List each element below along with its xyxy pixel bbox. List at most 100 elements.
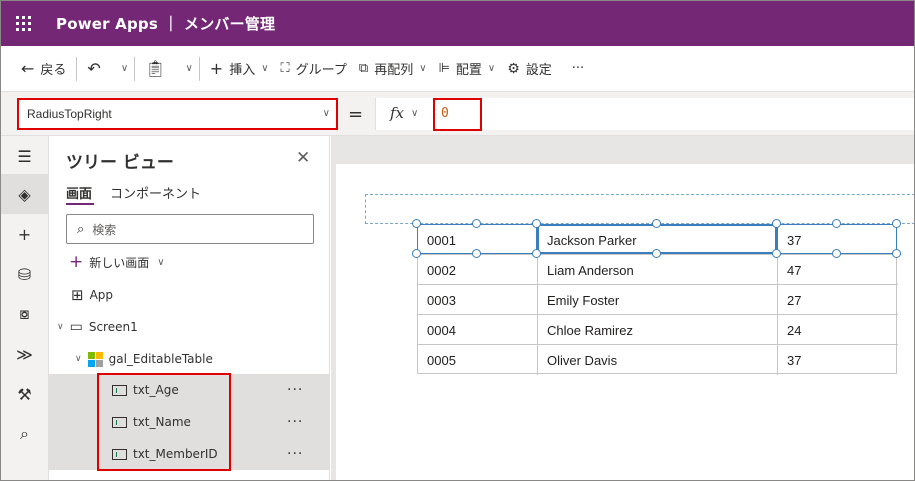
member-id-cell[interactable]: 0003 xyxy=(418,285,538,315)
power-automate-icon[interactable]: ≫ xyxy=(1,334,48,374)
group-label: グループ xyxy=(295,63,347,78)
hamburger-menu-icon[interactable]: ☰ xyxy=(1,136,48,176)
more-options-icon[interactable]: ··· xyxy=(287,382,303,398)
more-options-icon[interactable]: ··· xyxy=(287,446,303,462)
more-commands-button[interactable]: ··· xyxy=(566,53,590,85)
gear-icon: ⚙ xyxy=(507,60,520,77)
undo-button[interactable]: ↶ xyxy=(81,53,112,85)
chevron-down-icon: ∨ xyxy=(261,63,269,74)
tree-node-gallery[interactable]: ∨ gal_EditableTable xyxy=(49,343,330,375)
member-id-cell[interactable]: 0005 xyxy=(418,345,538,375)
resize-handle[interactable] xyxy=(772,219,781,228)
undo-dropdown[interactable]: ∨ xyxy=(113,53,130,85)
chevron-down-icon: ∨ xyxy=(185,63,193,74)
resize-handle[interactable] xyxy=(892,219,901,228)
tree-node-app[interactable]: ⊞ App xyxy=(49,279,330,311)
tree-node-label: App xyxy=(89,288,114,302)
age-cell[interactable]: 27 xyxy=(778,285,898,315)
reorder-button[interactable]: ⧉ 再配列 ∨ xyxy=(353,53,433,85)
name-cell[interactable]: Emily Foster xyxy=(538,285,778,315)
table-row[interactable]: 0002 Liam Anderson 47 xyxy=(418,255,898,285)
resize-handle[interactable] xyxy=(772,249,781,258)
media-icon[interactable]: ⧇ xyxy=(1,294,48,334)
align-button[interactable]: ⊫ 配置 ∨ xyxy=(433,53,502,85)
back-button[interactable]: ← 戻る xyxy=(15,53,72,85)
name-cell[interactable]: Liam Anderson xyxy=(538,255,778,285)
property-value: RadiusTopRight xyxy=(27,107,112,121)
divider xyxy=(76,56,78,81)
chevron-down-icon[interactable]: ∨ xyxy=(75,354,82,364)
tree-node-label: Screen1 xyxy=(88,320,138,334)
fx-icon[interactable]: fx xyxy=(390,104,404,122)
tree-node-screen1[interactable]: ∨ ▭ Screen1 xyxy=(49,311,330,343)
app-title: Power Apps ｜ メンバー管理 xyxy=(56,15,276,33)
align-left-icon: ⊫ xyxy=(438,61,450,76)
more-icon: ··· xyxy=(571,61,585,76)
chevron-down-icon: ∨ xyxy=(322,108,330,119)
name-cell[interactable]: Chloe Ramirez xyxy=(538,315,778,345)
highlight-box xyxy=(97,373,231,471)
member-id-cell[interactable]: 0002 xyxy=(418,255,538,285)
reorder-icon: ⧉ xyxy=(358,61,369,76)
plus-icon: + xyxy=(209,59,224,78)
resize-handle[interactable] xyxy=(472,249,481,258)
table-row[interactable]: 0004 Chloe Ramirez 24 xyxy=(418,315,898,345)
app-launcher-icon[interactable] xyxy=(1,1,46,46)
insert-plus-icon[interactable]: + xyxy=(1,214,48,254)
insert-button[interactable]: + 挿入 ∨ xyxy=(204,53,275,85)
tools-icon[interactable]: ⚒ xyxy=(1,374,48,414)
resize-handle[interactable] xyxy=(652,249,661,258)
tab-components[interactable]: コンポーネント xyxy=(110,183,201,202)
divider xyxy=(198,56,200,81)
chevron-down-icon[interactable]: ∨ xyxy=(57,322,64,332)
back-label: 戻る xyxy=(40,63,67,78)
group-button[interactable]: ⛶ グループ xyxy=(275,53,353,85)
search-input[interactable]: ⌕ 検索 xyxy=(66,214,314,244)
group-icon: ⛶ xyxy=(280,61,290,76)
settings-button[interactable]: ⚙ 設定 xyxy=(501,53,558,85)
resize-handle[interactable] xyxy=(832,219,841,228)
paste-dropdown[interactable]: ∨ xyxy=(177,53,194,85)
resize-handle[interactable] xyxy=(832,249,841,258)
resize-handle[interactable] xyxy=(532,219,541,228)
member-id-cell[interactable]: 0004 xyxy=(418,315,538,345)
insert-label: 挿入 xyxy=(229,63,256,78)
table-row[interactable]: 0005 Oliver Davis 37 xyxy=(418,345,898,375)
close-icon[interactable]: ✕ xyxy=(296,148,310,168)
search-icon[interactable]: ⌕ xyxy=(1,414,48,454)
name-cell[interactable]: Oliver Davis xyxy=(538,345,778,375)
age-cell[interactable]: 47 xyxy=(778,255,898,285)
paste-button[interactable]: 📋︎ xyxy=(139,53,177,85)
age-cell[interactable]: 24 xyxy=(778,315,898,345)
app-window: Power Apps ｜ メンバー管理 ← 戻る ↶ ∨ 📋︎ ∨ + 挿入 ∨… xyxy=(0,0,915,481)
resize-handle[interactable] xyxy=(472,219,481,228)
undo-icon: ↶ xyxy=(87,59,101,78)
age-cell[interactable]: 37 xyxy=(778,345,898,375)
new-screen-button[interactable]: + 新しい画面 ∨ xyxy=(69,252,165,272)
align-label: 配置 xyxy=(455,63,482,78)
resize-handle[interactable] xyxy=(412,219,421,228)
resize-handle[interactable] xyxy=(652,219,661,228)
property-dropdown[interactable]: RadiusTopRight ∨ xyxy=(17,98,338,130)
resize-handle[interactable] xyxy=(412,249,421,258)
more-options-icon[interactable]: ··· xyxy=(287,414,303,430)
database-icon[interactable]: ⛁ xyxy=(1,254,48,294)
title-bar: Power Apps ｜ メンバー管理 xyxy=(1,1,914,46)
divider xyxy=(134,56,136,81)
chevron-down-icon: ∨ xyxy=(157,256,165,268)
layers-icon[interactable]: ◈ xyxy=(1,174,48,214)
resize-handle[interactable] xyxy=(532,249,541,258)
chevron-down-icon: ∨ xyxy=(120,63,129,74)
search-placeholder: 検索 xyxy=(92,222,117,237)
command-bar: ← 戻る ↶ ∨ 📋︎ ∨ + 挿入 ∨ ⛶ グループ ⧉ 再配列 ∨ ⊫ 配置… xyxy=(1,46,914,92)
resize-handle[interactable] xyxy=(892,249,901,258)
plus-icon: + xyxy=(69,252,84,272)
tree-view-title: ツリー ビュー xyxy=(66,153,174,173)
tree-node-label: gal_EditableTable xyxy=(108,352,213,366)
formula-input[interactable]: 0 xyxy=(433,98,482,131)
chevron-down-icon[interactable]: ∨ xyxy=(411,108,418,119)
chevron-down-icon: ∨ xyxy=(419,63,427,74)
table-row[interactable]: 0003 Emily Foster 27 xyxy=(418,285,898,315)
app-grid-icon: ⊞ xyxy=(71,286,84,304)
tab-screens[interactable]: 画面 xyxy=(66,183,92,202)
